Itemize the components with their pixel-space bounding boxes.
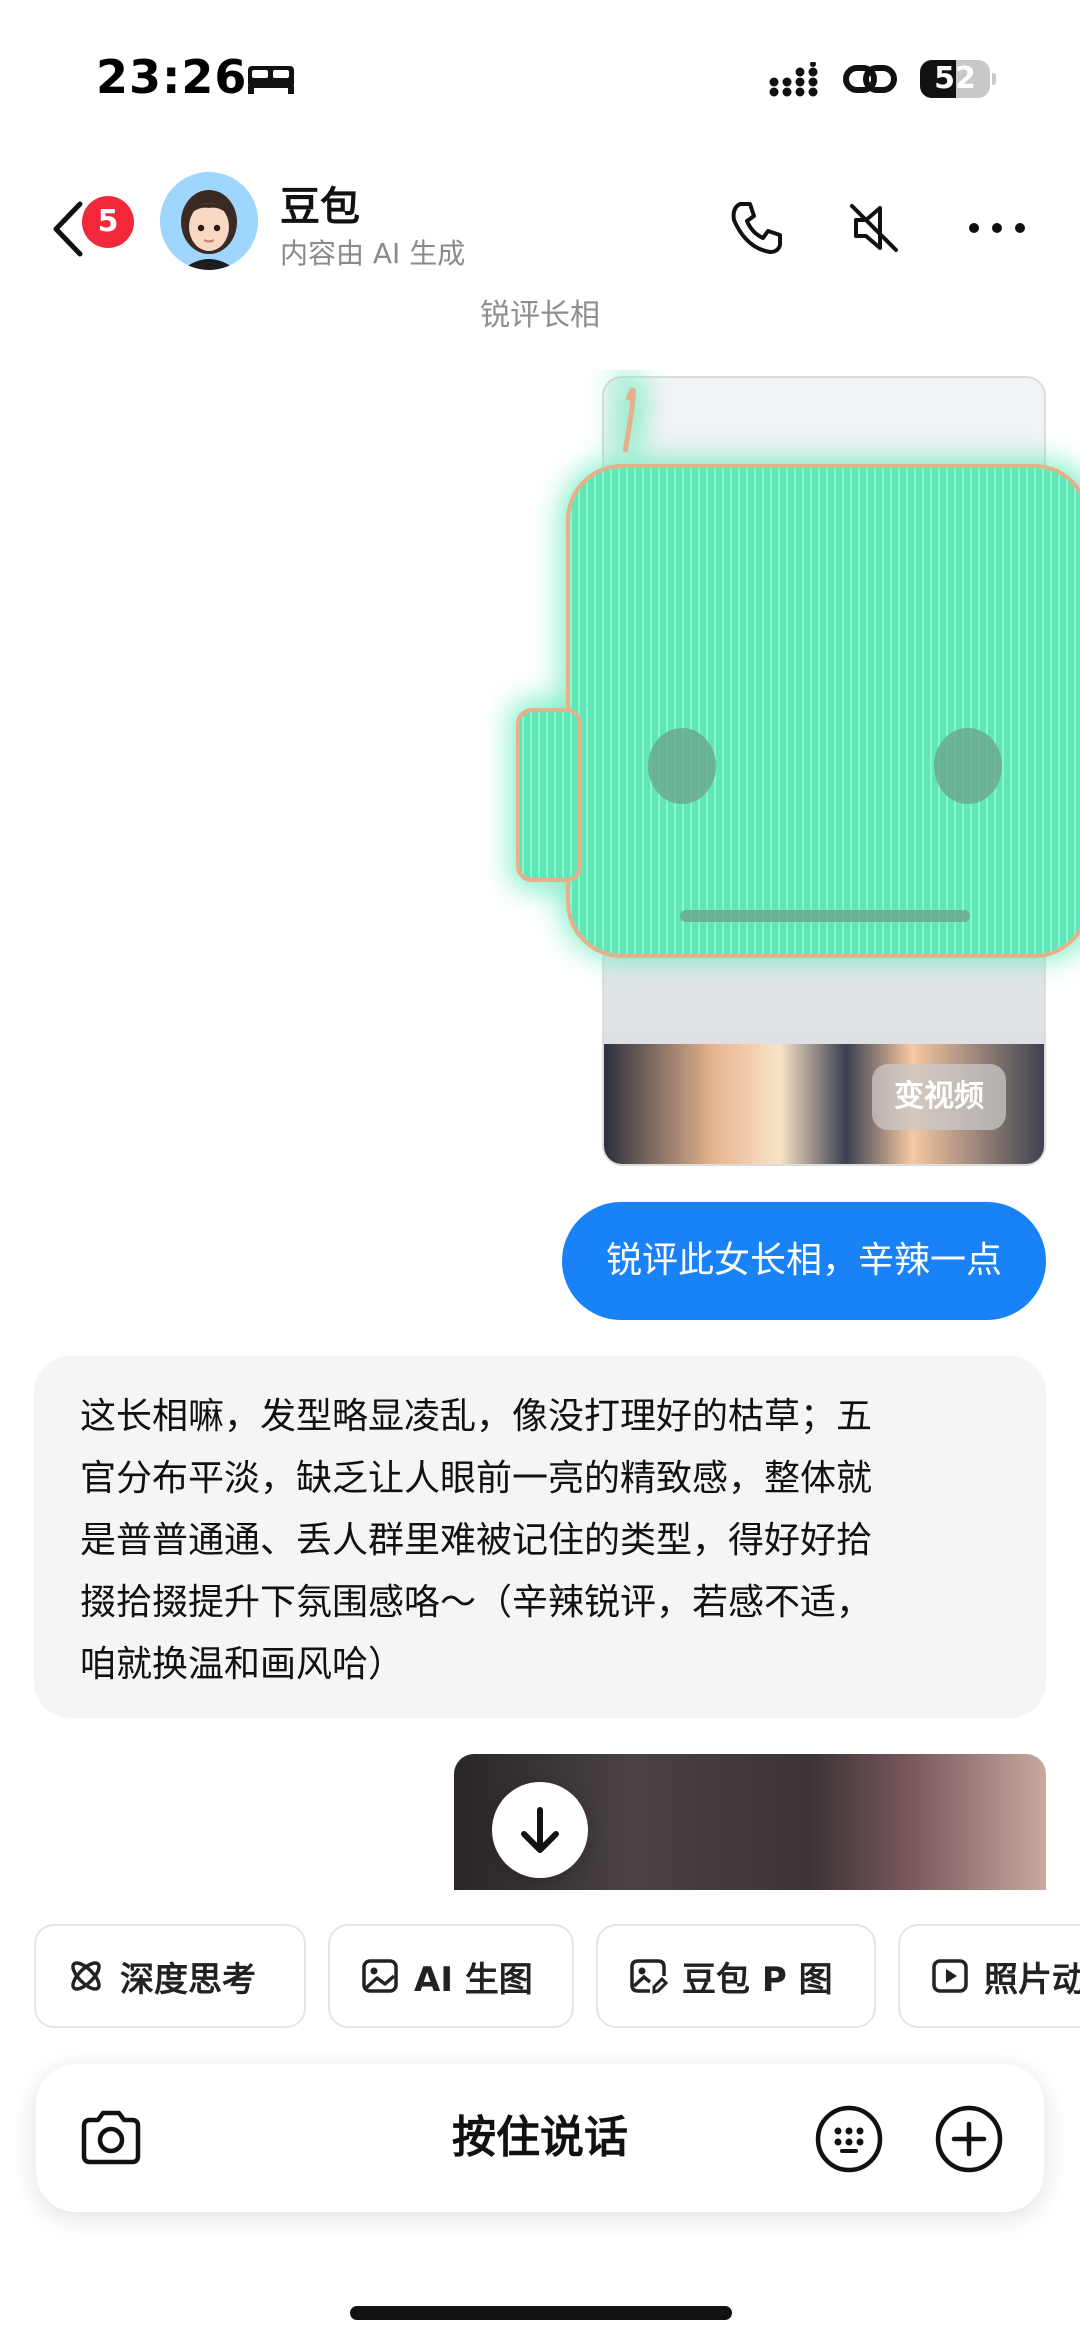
bot-reply-bubble[interactable]: 这长相嘛，发型略显凌乱，像没打理好的枯草；五 官分布平淡，缺乏让人眼前一亮的精致… xyxy=(34,1356,1046,1718)
reply-line: 咱就换温和画风哈） xyxy=(80,1644,405,1685)
chip-label: 豆包 P 图 xyxy=(682,1959,833,2000)
phone-call-button[interactable] xyxy=(724,196,788,260)
unread-badge: 5 xyxy=(82,196,134,248)
chat-header: 5 豆包 内容由 AI 生成 xyxy=(0,160,1080,300)
keyboard-icon xyxy=(815,2105,883,2173)
input-bar: 按住说话 xyxy=(36,2064,1044,2212)
scroll-to-bottom-button[interactable] xyxy=(492,1782,588,1878)
link-icon xyxy=(843,65,897,93)
bed-icon xyxy=(248,66,294,94)
chip-ai-image[interactable]: AI 生图 xyxy=(328,1924,574,2028)
speaker-off-icon xyxy=(850,204,898,252)
hold-to-talk-button[interactable]: 按住说话 xyxy=(36,2064,1044,2212)
atom-icon xyxy=(71,1961,101,1991)
mute-button[interactable] xyxy=(842,196,906,260)
chip-label: 深度思考 xyxy=(120,1959,256,2000)
camera-icon xyxy=(81,2110,141,2165)
robot-watermark-icon xyxy=(510,371,1080,960)
bot-name: 豆包 xyxy=(280,184,360,230)
plus-icon xyxy=(935,2105,1003,2173)
signal-icon xyxy=(769,62,818,97)
status-time: 23:26 xyxy=(96,50,248,104)
keyboard-button[interactable] xyxy=(814,2104,884,2174)
more-icon xyxy=(969,223,1025,233)
more-options-button[interactable] xyxy=(962,196,1032,260)
status-bar: 23:26 52 xyxy=(0,0,1080,150)
conversation-title: 锐评长相 xyxy=(480,298,600,333)
reply-line: 是普普通通、丢人群里难被记住的类型，得好好拾 xyxy=(80,1520,873,1561)
battery-percent: 52 xyxy=(934,61,976,96)
phone-icon xyxy=(731,202,782,254)
reply-line: 这长相嘛，发型略显凌乱，像没打理好的枯草；五 xyxy=(80,1396,873,1437)
chip-doubao-p-image[interactable]: 豆包 P 图 xyxy=(596,1924,876,2028)
play-icon xyxy=(932,1959,968,1993)
sent-message-bubble[interactable]: 锐评此女长相，辛辣一点 xyxy=(561,1202,1046,1320)
reply-line: 掇拾掇提升下氛围感咯～（辛辣锐评，若感不适， xyxy=(80,1582,873,1623)
camera-button[interactable] xyxy=(76,2106,146,2170)
chip-label: 照片动 xyxy=(984,1959,1080,2000)
chip-deep-thinking[interactable]: 深度思考 xyxy=(34,1924,306,2028)
chip-photo-animate[interactable]: 照片动 xyxy=(898,1924,1080,2028)
battery-indicator: 52 xyxy=(920,60,996,98)
image-icon xyxy=(362,1959,398,1993)
bot-subtitle: 内容由 AI 生成 xyxy=(280,237,466,270)
avatar[interactable] xyxy=(160,172,258,270)
reply-line: 官分布平淡，缺乏让人眼前一亮的精致感，整体就 xyxy=(80,1458,873,1499)
chip-label: AI 生图 xyxy=(414,1959,533,2000)
add-button[interactable] xyxy=(934,2104,1004,2174)
quick-actions-bar: 深度思考 AI 生图 豆包 P 图 照片动 xyxy=(0,1924,1080,2028)
arrow-down-icon xyxy=(521,1807,559,1853)
image-edit-icon xyxy=(630,1959,668,1994)
home-indicator xyxy=(350,2306,732,2320)
